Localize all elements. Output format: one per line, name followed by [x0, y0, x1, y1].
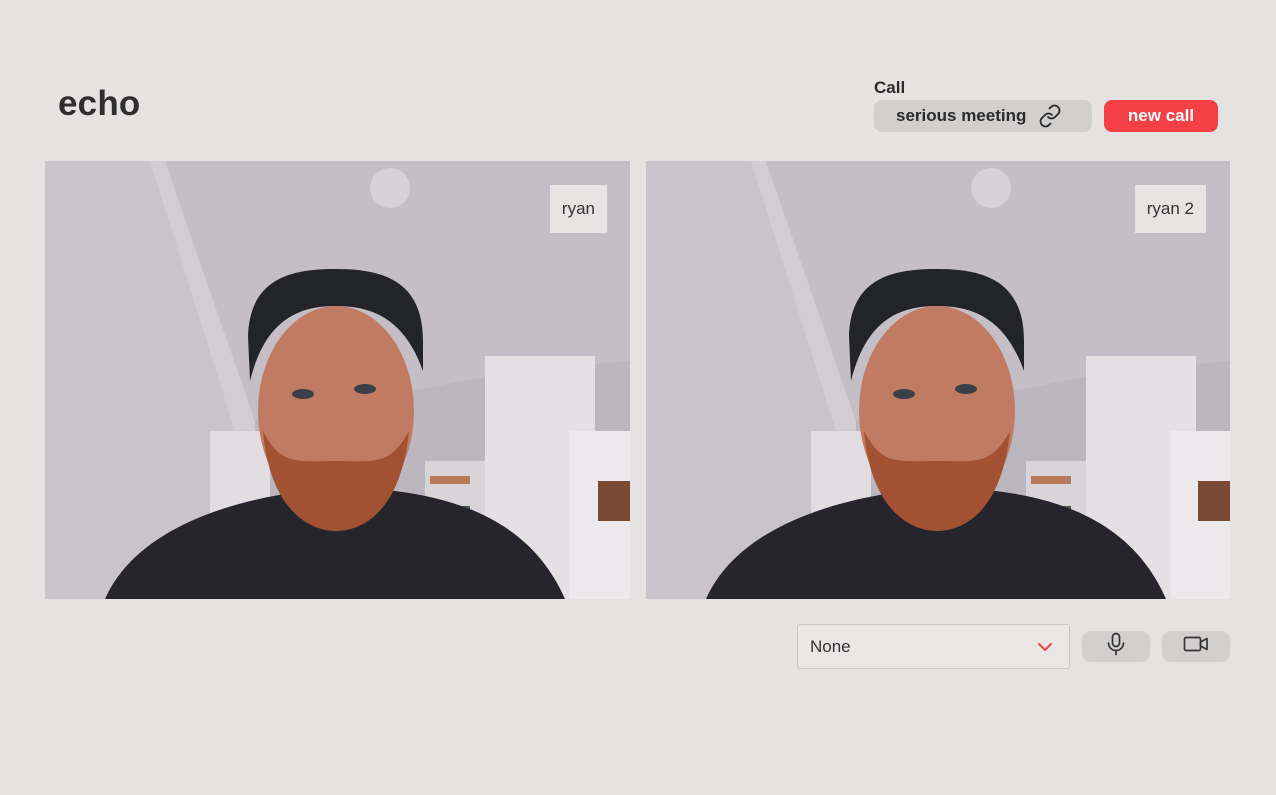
meeting-name: serious meeting	[896, 106, 1027, 125]
call-controls: None	[797, 624, 1230, 669]
link-icon	[1038, 104, 1062, 128]
video-feed	[45, 161, 630, 599]
device-select-value: None	[810, 636, 851, 656]
app-logo: echo	[58, 84, 141, 123]
toggle-microphone-button[interactable]	[1082, 631, 1150, 662]
app-root: echo Call serious meeting new call ryan …	[0, 0, 1276, 795]
video-camera-icon	[1183, 635, 1209, 658]
participant-name-tag: ryan	[549, 185, 607, 233]
chevron-down-icon	[1037, 637, 1053, 657]
copy-meeting-link-button[interactable]: serious meeting	[874, 100, 1092, 132]
video-tile-ryan: ryan	[45, 161, 630, 599]
call-actions: serious meeting new call	[874, 100, 1218, 132]
new-call-button[interactable]: new call	[1104, 100, 1218, 132]
toggle-camera-button[interactable]	[1162, 631, 1230, 662]
call-panel: Call serious meeting new call	[874, 78, 1218, 132]
video-tile-ryan-2: ryan 2	[646, 161, 1230, 599]
microphone-icon	[1105, 632, 1127, 661]
call-label: Call	[874, 78, 906, 97]
participant-name-tag: ryan 2	[1134, 185, 1206, 233]
device-select[interactable]: None	[797, 624, 1070, 669]
